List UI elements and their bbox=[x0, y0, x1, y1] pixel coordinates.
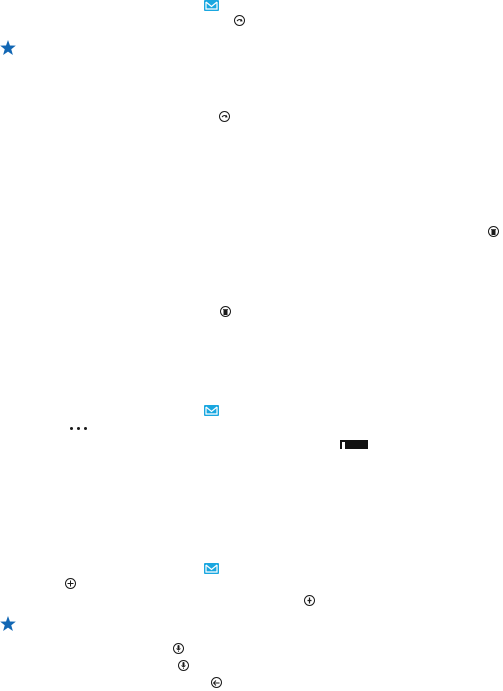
add-attachment-icon[interactable] bbox=[304, 595, 315, 606]
star-icon[interactable] bbox=[0, 616, 16, 631]
sync-icon[interactable] bbox=[219, 111, 230, 122]
mail-icon[interactable] bbox=[204, 563, 219, 574]
delete-icon[interactable] bbox=[488, 226, 499, 237]
delete-icon[interactable] bbox=[220, 306, 231, 317]
reply-all-icon[interactable] bbox=[211, 677, 222, 688]
microphone-icon[interactable] bbox=[173, 643, 184, 654]
sync-icon[interactable] bbox=[234, 15, 245, 26]
add-icon[interactable] bbox=[65, 578, 76, 589]
microphone-icon[interactable] bbox=[178, 660, 189, 671]
star-icon[interactable] bbox=[0, 40, 16, 55]
mail-icon[interactable] bbox=[204, 405, 219, 416]
more-icon[interactable] bbox=[70, 427, 87, 430]
mail-icon[interactable] bbox=[204, 0, 219, 11]
battery-icon bbox=[340, 440, 368, 449]
